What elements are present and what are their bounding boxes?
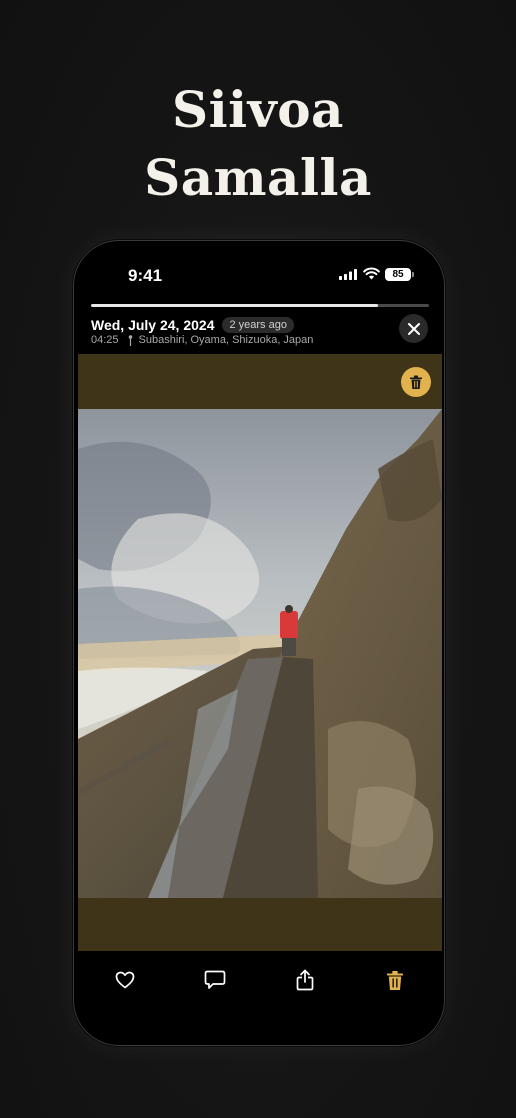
location-pin-icon xyxy=(128,334,132,346)
photo-time: 04:25 xyxy=(91,334,119,346)
trash-icon xyxy=(410,375,422,389)
delete-photo-button[interactable] xyxy=(401,367,431,397)
phone-frame: 9:41 85 Wed, July 24, 2024 2 years ago 0… xyxy=(73,240,445,1046)
headline-line-1: Siivoa xyxy=(172,80,344,139)
cellular-signal-icon xyxy=(339,269,357,280)
photo-media-area[interactable] xyxy=(78,354,442,951)
photo-date: Wed, July 24, 2024 xyxy=(91,317,215,333)
close-icon xyxy=(407,322,420,335)
photo-meta-row: 04:25 Subashiri, Oyama, Shizuoka, Japan xyxy=(91,334,313,346)
status-bar: 9:41 85 xyxy=(74,241,444,301)
trash-icon xyxy=(387,970,403,990)
headline-line-2: Samalla xyxy=(144,148,372,207)
heart-icon xyxy=(115,971,135,989)
status-time: 9:41 xyxy=(128,266,163,285)
comment-button[interactable] xyxy=(200,965,230,995)
battery-indicator: 85 xyxy=(385,268,414,281)
delete-button[interactable] xyxy=(380,965,410,995)
like-button[interactable] xyxy=(110,965,140,995)
photo-date-row: Wed, July 24, 2024 2 years ago xyxy=(91,315,294,335)
story-progress-fill xyxy=(91,304,379,307)
age-badge: 2 years ago xyxy=(222,317,294,333)
photo-location: Subashiri, Oyama, Shizuoka, Japan xyxy=(138,334,314,346)
mountain-trail-photo[interactable] xyxy=(78,409,442,898)
share-button[interactable] xyxy=(290,965,320,995)
story-progress-track xyxy=(91,304,429,307)
close-button[interactable] xyxy=(399,314,428,343)
share-icon xyxy=(296,969,314,991)
wifi-icon xyxy=(363,267,380,280)
comment-icon xyxy=(204,970,226,989)
bottom-toolbar xyxy=(74,965,444,995)
headline: Siivoa Samalla xyxy=(0,76,516,212)
